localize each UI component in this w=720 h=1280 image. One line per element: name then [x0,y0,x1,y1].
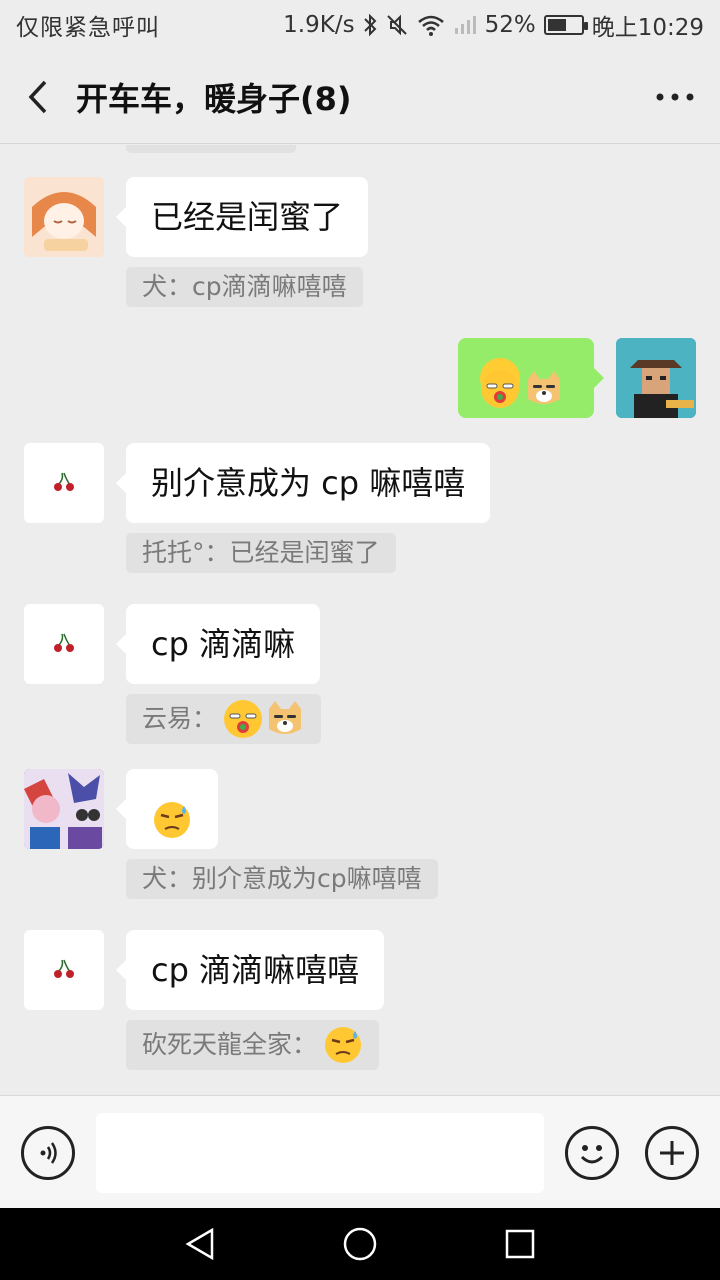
smiley-icon [580,1145,604,1164]
nav-back-button[interactable] [178,1222,222,1266]
chat-title: 开车车，暖身子(8) [76,79,352,118]
quoted-reply[interactable]: 犬：cp滴滴嘛嘻嘻 [126,267,363,307]
message-bubble[interactable]: cp 滴滴嘛 [115,604,321,684]
quote-text: 云易： [142,704,218,733]
self-avatar[interactable] [616,338,696,418]
message-bubble[interactable]: 别介意成为 cp 嘛嘻嘻 [115,443,491,523]
doge-emoji [265,699,305,739]
cherry-avatar[interactable] [24,443,104,523]
cherry-avatar[interactable] [24,604,104,684]
message-bubble[interactable] [116,769,218,849]
emoji-picker-button[interactable] [565,1126,619,1180]
blushing-smile-emoji [480,358,520,408]
message-bubble[interactable]: cp 滴滴嘛嘻嘻 [115,930,385,1010]
quote-text: 砍死天龍全家： [142,1030,318,1059]
anime-girl-avatar[interactable] [24,177,104,257]
quoted-reply[interactable]: 砍死天龍全家： [126,1020,380,1070]
game-characters-avatar[interactable] [24,769,104,849]
more-actions-button[interactable] [645,1126,699,1180]
battery-percent: 52% [484,12,536,38]
message-text-input[interactable] [96,1113,544,1193]
chevron-left-icon [28,80,47,113]
nav-recents-button[interactable] [498,1222,542,1266]
message-bubble[interactable]: 已经是闰蜜了 [115,177,369,257]
more-dots-icon [656,93,694,100]
carrier-text: 仅限紧急呼叫 [16,15,160,41]
mute-icon [385,13,409,37]
doge-emoji [524,358,564,404]
message-bubble-self[interactable] [458,338,604,418]
quoted-reply[interactable]: 犬：别介意成为cp嘛嘻嘻 [126,859,438,899]
cherry-icon [54,959,74,978]
blushing-smile-emoji [223,699,263,739]
system-nav-bar [0,1208,720,1280]
status-bar: 仅限紧急呼叫 1.9K/s 52% 晚上10:29 [0,0,720,50]
voice-input-button[interactable] [21,1126,75,1180]
quoted-reply[interactable]: 云易： [126,694,322,744]
cherry-avatar[interactable] [24,930,104,1010]
nav-home-button[interactable] [338,1222,382,1266]
home-circle-icon [343,1227,377,1261]
voice-icon [40,1142,57,1164]
more-options-button[interactable] [630,50,720,144]
back-triangle-icon [185,1227,214,1261]
chat-header: 开车车，暖身子(8) [0,50,720,144]
sweat-smirk-emoji [323,1025,363,1065]
sweat-smirk-emoji [152,789,192,838]
cherry-icon [54,633,74,652]
message-input-bar [0,1095,720,1208]
recents-square-icon [505,1229,535,1259]
status-icons: 1.9K/s 52% 晚上10:29 [283,8,704,42]
cherry-icon [54,472,74,491]
plus-icon [660,1141,684,1165]
wifi-icon [417,14,445,36]
battery-icon [543,15,588,35]
back-button[interactable] [0,50,76,144]
bluetooth-icon [363,13,377,37]
partial-quote [126,145,296,153]
status-time: 晚上10:29 [591,15,704,41]
quoted-reply[interactable]: 托托°：已经是闰蜜了 [126,533,396,573]
chat-message-list[interactable]: 已经是闰蜜了 犬：cp滴滴嘛嘻嘻 别介意成为 cp 嘛嘻嘻 托托°：已经是闰蜜了… [0,145,720,1095]
net-speed: 1.9K/s [283,12,355,38]
signal-icon [453,14,477,36]
